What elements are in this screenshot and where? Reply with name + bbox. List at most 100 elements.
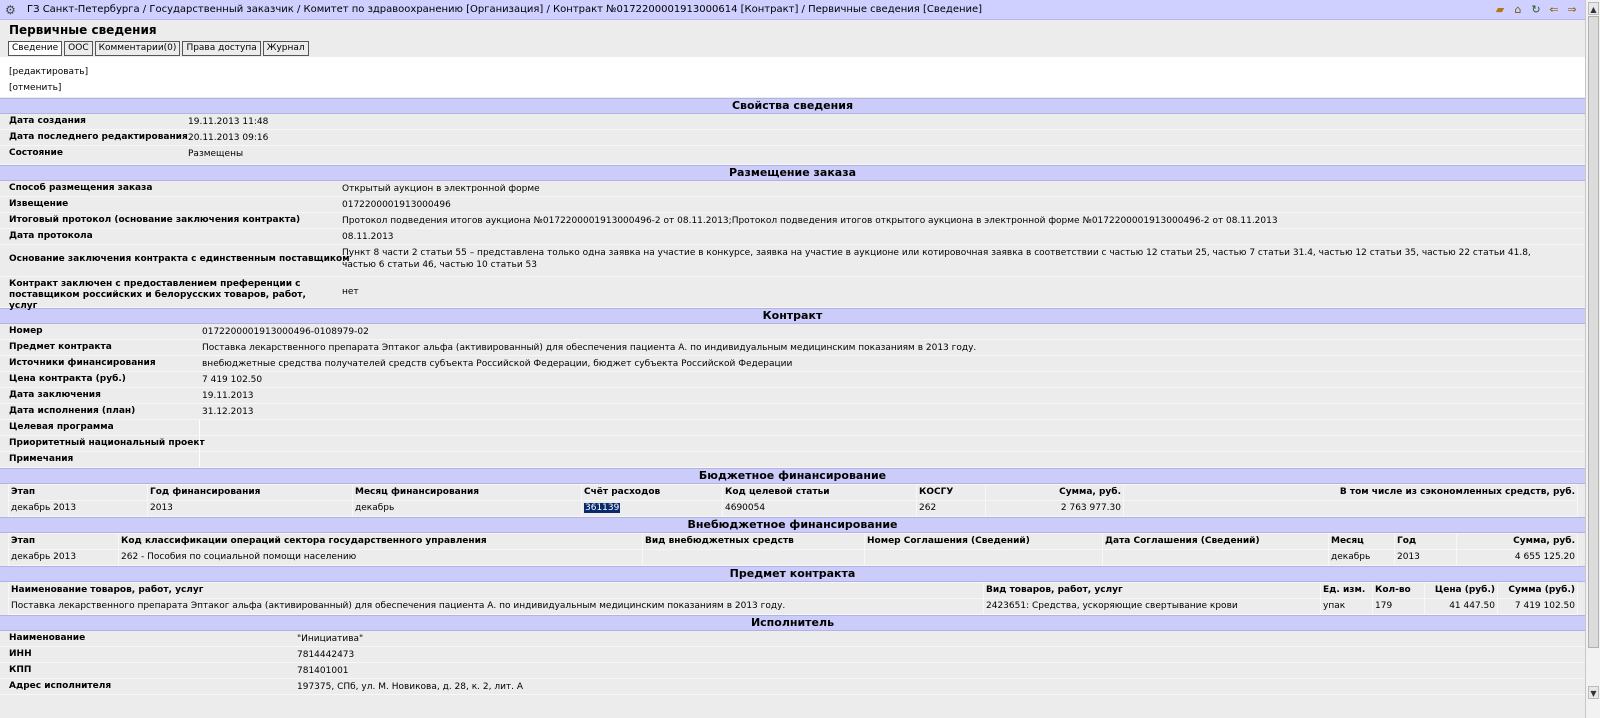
kv-row: Цена контракта (руб.) 7 419 102.50: [0, 372, 1585, 388]
field-label: Цена контракта (руб.): [9, 374, 126, 384]
table-cell: декабрь 2013: [8, 549, 119, 566]
table-cell: 7 419 102.50: [1497, 598, 1578, 615]
table-cell: [1102, 549, 1329, 566]
table-cell: 2013: [147, 500, 353, 517]
column-header: Счёт расходов: [581, 484, 723, 501]
field-label: Адрес исполнителя: [9, 681, 112, 691]
settings-icon[interactable]: ⚙: [5, 3, 19, 17]
column-header: Этап: [8, 533, 119, 550]
field-value: Пункт 8 части 2 статьи 55 – представлена…: [342, 248, 1531, 270]
edit-link[interactable]: [редактировать]: [9, 67, 88, 77]
kv-row: Приоритетный национальный проект: [0, 436, 1585, 452]
field-label: Основание заключения контракта с единств…: [9, 254, 350, 264]
table-cell: упак: [1320, 598, 1373, 615]
table-cell: [642, 549, 865, 566]
field-label: Предмет контракта: [9, 342, 112, 352]
field-value: Протокол подведения итогов аукциона №017…: [342, 216, 1278, 226]
field-label: Приоритетный национальный проект: [9, 438, 205, 448]
column-header: Кол-во: [1372, 582, 1425, 599]
field-value: 7814442473: [297, 650, 355, 660]
column-header: Ед. изм.: [1320, 582, 1373, 599]
field-value: нет: [342, 287, 359, 297]
folder-icon[interactable]: ▰: [1493, 3, 1507, 16]
column-header: КОСГУ: [916, 484, 986, 501]
tab-journal[interactable]: Журнал: [262, 41, 309, 56]
tab-record[interactable]: Сведение: [8, 41, 63, 56]
kv-row: КПП 781401001: [0, 663, 1585, 679]
table-cell: 262 - Пособия по социальной помощи насел…: [118, 549, 643, 566]
breadcrumb-bar: ⚙ ГЗ Санкт-Петербурга / Государственный …: [0, 0, 1585, 20]
kv-row: Основание заключения контракта с единств…: [0, 245, 1585, 277]
refresh-icon[interactable]: ↻: [1529, 3, 1543, 16]
scroll-down-icon[interactable]: ▼: [1588, 686, 1599, 699]
selected-text[interactable]: 361139: [584, 503, 621, 513]
column-header: В том числе из сэкономленных средств, ру…: [1123, 484, 1578, 501]
kv-row: ИНН 7814442473: [0, 647, 1585, 663]
field-label: Источники финансирования: [9, 358, 156, 368]
kv-row: Номер 0172200001913000496-0108979-02: [0, 324, 1585, 340]
table-header-row: Наименование товаров, работ, услуг Вид т…: [8, 582, 1578, 599]
scrollbar-thumb[interactable]: [1588, 16, 1599, 648]
budget-table: Этап Год финансирования Месяц финансиров…: [8, 484, 1578, 517]
kv-row: Источники финансирования внебюджетные сре…: [0, 356, 1585, 372]
back-arrow-icon[interactable]: ⇐: [1547, 3, 1561, 16]
field-value: 08.11.2013: [342, 232, 394, 242]
table-header-row: Этап Код классификации операций сектора …: [8, 533, 1578, 550]
field-label: Дата создания: [9, 116, 86, 126]
forward-arrow-icon[interactable]: ⇒: [1565, 3, 1579, 16]
field-value: внебюджетные средства получателей средст…: [202, 359, 793, 369]
table-cell: 2013: [1394, 549, 1457, 566]
tab-access-rights[interactable]: Права доступа: [182, 41, 261, 56]
section-header-subject: Предмет контракта: [0, 566, 1585, 582]
kv-row: Примечания: [0, 452, 1585, 468]
field-value: 0172200001913000496-0108979-02: [202, 327, 369, 337]
kv-row: Контракт заключен с предоставлением преф…: [0, 277, 1585, 311]
field-label: Дата заключения: [9, 390, 101, 400]
field-label: Дата последнего редактирования: [9, 132, 188, 142]
section-header-executor: Исполнитель: [0, 615, 1585, 631]
kv-row: Дата заключения 19.11.2013: [0, 388, 1585, 404]
toolbar: ▰ ⌂ ↻ ⇐ ⇒: [1489, 3, 1579, 16]
field-label: Номер: [9, 326, 43, 336]
page: ⚙ ГЗ Санкт-Петербурга / Государственный …: [0, 0, 1585, 718]
tab-oos[interactable]: ООС: [64, 41, 93, 56]
cancel-link[interactable]: [отменить]: [9, 83, 61, 93]
table-cell: 2 763 977.30: [985, 500, 1124, 517]
action-box: [редактировать] [отменить]: [0, 57, 1585, 97]
field-label: КПП: [9, 665, 32, 675]
field-label: Дата протокола: [9, 231, 93, 241]
vertical-scrollbar[interactable]: ▲ ▼: [1585, 0, 1600, 718]
field-label: Наименование: [9, 633, 86, 643]
table-cell: 4690054: [722, 500, 917, 517]
field-value: 0172200001913000496: [342, 200, 451, 210]
field-label: Извещение: [9, 199, 69, 209]
column-header: Этап: [8, 484, 148, 501]
kv-row: Способ размещения заказа Открытый аукцион…: [0, 181, 1585, 197]
table-row: Поставка лекарственного препарата Эптако…: [8, 598, 1578, 615]
field-value: Размещены: [188, 149, 244, 159]
table-cell: декабрь 2013: [8, 500, 148, 517]
content: Свойства сведения Дата создания 19.11.201…: [0, 98, 1585, 695]
breadcrumb[interactable]: ГЗ Санкт-Петербурга / Государственный за…: [27, 4, 982, 15]
column-header: Вид товаров, работ, услуг: [983, 582, 1321, 599]
table-row: декабрь 2013 2013 декабрь 361139 4690054…: [8, 500, 1578, 517]
column-header: Месяц: [1328, 533, 1395, 550]
scroll-up-icon[interactable]: ▲: [1588, 2, 1599, 15]
table-cell: [1123, 500, 1578, 517]
column-header: Код целевой статьи: [722, 484, 917, 501]
kv-row: Наименование "Инициатива": [0, 631, 1585, 647]
table-cell: 262: [916, 500, 986, 517]
home-icon[interactable]: ⌂: [1511, 3, 1525, 16]
table-cell: декабрь: [1328, 549, 1395, 566]
section-header-placement: Размещение заказа: [0, 165, 1585, 181]
field-value: 19.11.2013: [202, 391, 254, 401]
kv-row: Адрес исполнителя 197375, СПб, ул. М. Нов…: [0, 679, 1585, 695]
tab-bar: Сведение ООС Комментарии(0) Права доступа Жу…: [8, 41, 311, 56]
section-header-budget: Бюджетное финансирование: [0, 468, 1585, 484]
kv-row: Целевая программа: [0, 420, 1585, 436]
field-label: Примечания: [9, 454, 74, 464]
column-header: Сумма (руб.): [1497, 582, 1578, 599]
subject-table: Наименование товаров, работ, услуг Вид т…: [8, 582, 1578, 615]
tab-comments[interactable]: Комментарии(0): [94, 41, 181, 56]
table-row: декабрь 2013 262 - Пособия по социальной…: [8, 549, 1578, 566]
